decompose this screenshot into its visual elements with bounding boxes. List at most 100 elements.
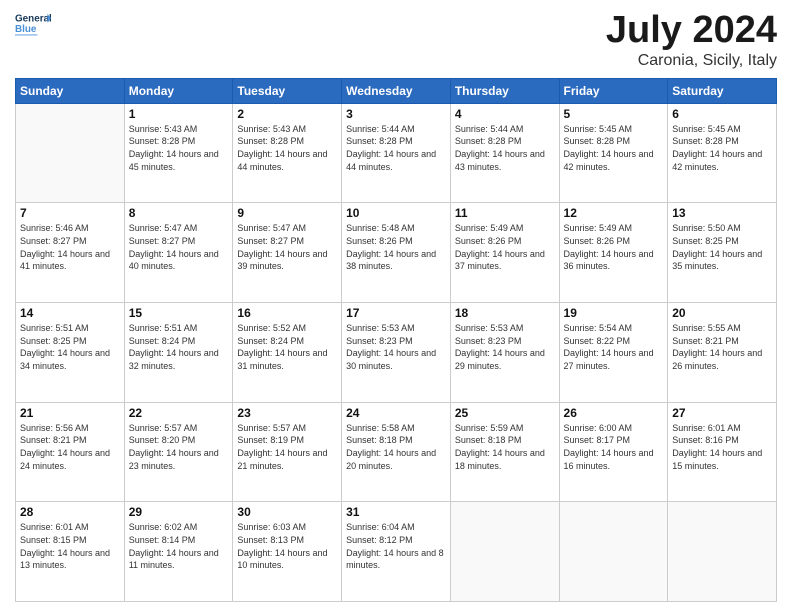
table-row: 9 Sunrise: 5:47 AM Sunset: 8:27 PM Dayli… <box>233 203 342 303</box>
day-number: 15 <box>129 306 229 320</box>
day-info: Sunrise: 5:56 AM Sunset: 8:21 PM Dayligh… <box>20 422 120 472</box>
table-row: 17 Sunrise: 5:53 AM Sunset: 8:23 PM Dayl… <box>342 303 451 403</box>
table-row: 3 Sunrise: 5:44 AM Sunset: 8:28 PM Dayli… <box>342 103 451 203</box>
sunset-text: Sunset: 8:28 PM <box>346 135 446 148</box>
sunrise-text: Sunrise: 5:51 AM <box>129 322 229 335</box>
daylight-text: Daylight: 14 hours and 42 minutes. <box>672 148 772 173</box>
svg-text:Blue: Blue <box>15 24 37 35</box>
table-row: 20 Sunrise: 5:55 AM Sunset: 8:21 PM Dayl… <box>668 303 777 403</box>
col-sunday: Sunday <box>16 78 125 103</box>
calendar-week-row: 1 Sunrise: 5:43 AM Sunset: 8:28 PM Dayli… <box>16 103 777 203</box>
sunset-text: Sunset: 8:23 PM <box>455 335 555 348</box>
table-row: 16 Sunrise: 5:52 AM Sunset: 8:24 PM Dayl… <box>233 303 342 403</box>
title-block: July 2024 Caronia, Sicily, Italy <box>606 10 777 70</box>
day-number: 24 <box>346 406 446 420</box>
table-row <box>668 502 777 602</box>
sunrise-text: Sunrise: 5:43 AM <box>129 123 229 136</box>
sunset-text: Sunset: 8:28 PM <box>455 135 555 148</box>
daylight-text: Daylight: 14 hours and 21 minutes. <box>237 447 337 472</box>
sunrise-text: Sunrise: 5:52 AM <box>237 322 337 335</box>
sunset-text: Sunset: 8:17 PM <box>564 434 664 447</box>
day-info: Sunrise: 5:44 AM Sunset: 8:28 PM Dayligh… <box>455 123 555 173</box>
sunset-text: Sunset: 8:14 PM <box>129 534 229 547</box>
day-number: 26 <box>564 406 664 420</box>
svg-text:General: General <box>15 13 51 24</box>
sunrise-text: Sunrise: 6:02 AM <box>129 521 229 534</box>
table-row: 24 Sunrise: 5:58 AM Sunset: 8:18 PM Dayl… <box>342 402 451 502</box>
daylight-text: Daylight: 14 hours and 18 minutes. <box>455 447 555 472</box>
calendar-header-row: Sunday Monday Tuesday Wednesday Thursday… <box>16 78 777 103</box>
day-number: 11 <box>455 206 555 220</box>
day-number: 22 <box>129 406 229 420</box>
sunrise-text: Sunrise: 5:53 AM <box>346 322 446 335</box>
header: General Blue July 2024 Caronia, Sicily, … <box>15 10 777 70</box>
day-info: Sunrise: 5:43 AM Sunset: 8:28 PM Dayligh… <box>129 123 229 173</box>
page: General Blue July 2024 Caronia, Sicily, … <box>0 0 792 612</box>
table-row: 1 Sunrise: 5:43 AM Sunset: 8:28 PM Dayli… <box>124 103 233 203</box>
sunrise-text: Sunrise: 5:59 AM <box>455 422 555 435</box>
table-row: 22 Sunrise: 5:57 AM Sunset: 8:20 PM Dayl… <box>124 402 233 502</box>
table-row: 23 Sunrise: 5:57 AM Sunset: 8:19 PM Dayl… <box>233 402 342 502</box>
daylight-text: Daylight: 14 hours and 35 minutes. <box>672 248 772 273</box>
day-number: 23 <box>237 406 337 420</box>
daylight-text: Daylight: 14 hours and 23 minutes. <box>129 447 229 472</box>
col-saturday: Saturday <box>668 78 777 103</box>
title-location: Caronia, Sicily, Italy <box>606 52 777 70</box>
title-month-year: July 2024 <box>606 10 777 52</box>
table-row: 21 Sunrise: 5:56 AM Sunset: 8:21 PM Dayl… <box>16 402 125 502</box>
day-number: 27 <box>672 406 772 420</box>
day-info: Sunrise: 5:44 AM Sunset: 8:28 PM Dayligh… <box>346 123 446 173</box>
sunrise-text: Sunrise: 5:47 AM <box>237 222 337 235</box>
sunrise-text: Sunrise: 5:45 AM <box>672 123 772 136</box>
daylight-text: Daylight: 14 hours and 20 minutes. <box>346 447 446 472</box>
table-row: 4 Sunrise: 5:44 AM Sunset: 8:28 PM Dayli… <box>450 103 559 203</box>
col-wednesday: Wednesday <box>342 78 451 103</box>
daylight-text: Daylight: 14 hours and 34 minutes. <box>20 347 120 372</box>
daylight-text: Daylight: 14 hours and 13 minutes. <box>20 547 120 572</box>
day-number: 4 <box>455 107 555 121</box>
table-row: 30 Sunrise: 6:03 AM Sunset: 8:13 PM Dayl… <box>233 502 342 602</box>
day-number: 2 <box>237 107 337 121</box>
day-number: 8 <box>129 206 229 220</box>
daylight-text: Daylight: 14 hours and 31 minutes. <box>237 347 337 372</box>
day-number: 30 <box>237 505 337 519</box>
sunset-text: Sunset: 8:28 PM <box>564 135 664 148</box>
sunrise-text: Sunrise: 5:44 AM <box>455 123 555 136</box>
sunset-text: Sunset: 8:23 PM <box>346 335 446 348</box>
logo-svg-icon: General Blue <box>15 10 51 40</box>
daylight-text: Daylight: 14 hours and 32 minutes. <box>129 347 229 372</box>
day-info: Sunrise: 5:43 AM Sunset: 8:28 PM Dayligh… <box>237 123 337 173</box>
day-info: Sunrise: 6:04 AM Sunset: 8:12 PM Dayligh… <box>346 521 446 571</box>
sunrise-text: Sunrise: 5:54 AM <box>564 322 664 335</box>
day-number: 10 <box>346 206 446 220</box>
table-row: 12 Sunrise: 5:49 AM Sunset: 8:26 PM Dayl… <box>559 203 668 303</box>
daylight-text: Daylight: 14 hours and 29 minutes. <box>455 347 555 372</box>
day-info: Sunrise: 5:54 AM Sunset: 8:22 PM Dayligh… <box>564 322 664 372</box>
table-row: 19 Sunrise: 5:54 AM Sunset: 8:22 PM Dayl… <box>559 303 668 403</box>
table-row: 8 Sunrise: 5:47 AM Sunset: 8:27 PM Dayli… <box>124 203 233 303</box>
sunset-text: Sunset: 8:21 PM <box>20 434 120 447</box>
table-row: 5 Sunrise: 5:45 AM Sunset: 8:28 PM Dayli… <box>559 103 668 203</box>
sunrise-text: Sunrise: 5:45 AM <box>564 123 664 136</box>
sunset-text: Sunset: 8:28 PM <box>672 135 772 148</box>
table-row: 14 Sunrise: 5:51 AM Sunset: 8:25 PM Dayl… <box>16 303 125 403</box>
sunrise-text: Sunrise: 6:00 AM <box>564 422 664 435</box>
sunset-text: Sunset: 8:28 PM <box>129 135 229 148</box>
daylight-text: Daylight: 14 hours and 15 minutes. <box>672 447 772 472</box>
day-info: Sunrise: 5:46 AM Sunset: 8:27 PM Dayligh… <box>20 222 120 272</box>
sunrise-text: Sunrise: 5:58 AM <box>346 422 446 435</box>
sunset-text: Sunset: 8:21 PM <box>672 335 772 348</box>
sunrise-text: Sunrise: 6:01 AM <box>672 422 772 435</box>
day-info: Sunrise: 5:59 AM Sunset: 8:18 PM Dayligh… <box>455 422 555 472</box>
day-number: 31 <box>346 505 446 519</box>
day-info: Sunrise: 5:57 AM Sunset: 8:20 PM Dayligh… <box>129 422 229 472</box>
day-info: Sunrise: 5:58 AM Sunset: 8:18 PM Dayligh… <box>346 422 446 472</box>
sunset-text: Sunset: 8:22 PM <box>564 335 664 348</box>
day-number: 20 <box>672 306 772 320</box>
sunset-text: Sunset: 8:18 PM <box>346 434 446 447</box>
calendar-week-row: 7 Sunrise: 5:46 AM Sunset: 8:27 PM Dayli… <box>16 203 777 303</box>
col-thursday: Thursday <box>450 78 559 103</box>
day-number: 9 <box>237 206 337 220</box>
table-row: 18 Sunrise: 5:53 AM Sunset: 8:23 PM Dayl… <box>450 303 559 403</box>
calendar-week-row: 28 Sunrise: 6:01 AM Sunset: 8:15 PM Dayl… <box>16 502 777 602</box>
